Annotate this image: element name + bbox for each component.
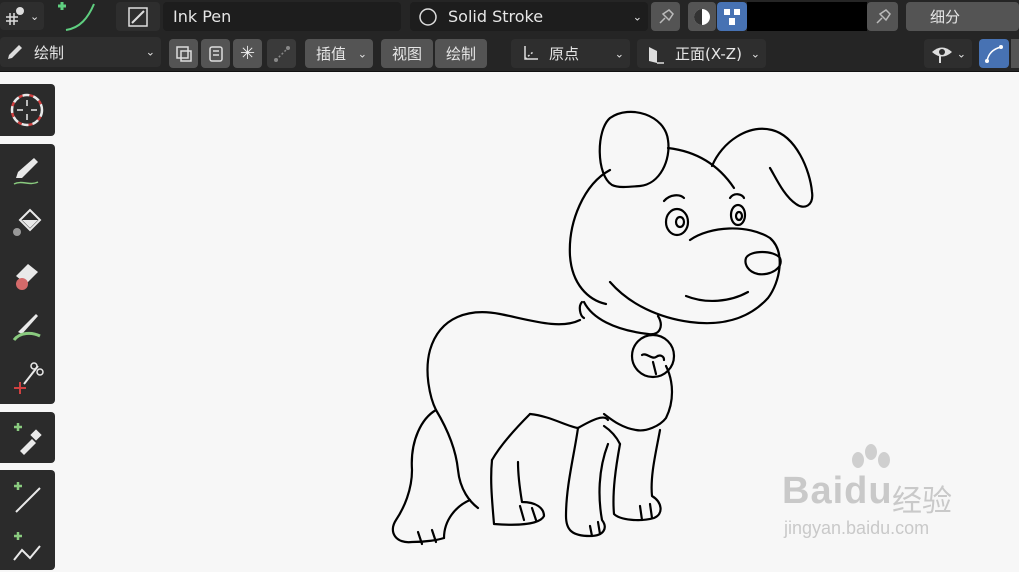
merge-icon — [206, 44, 226, 64]
eyedropper-tool-button[interactable] — [4, 413, 50, 463]
draw-icon — [13, 158, 39, 185]
watermark: Baidu 经验 jingyan.baidu.com — [782, 444, 972, 544]
interpolate-label: 插值 — [316, 45, 347, 63]
toolbar-group-cursor — [0, 84, 55, 136]
subdivide-button[interactable]: 细分 — [906, 2, 1019, 31]
interpolate-dropdown[interactable]: 插值 ⌄ — [305, 39, 373, 68]
material-sphere-icon — [418, 7, 438, 27]
chevron-down-icon: ⌄ — [632, 10, 642, 23]
vertex-color-icon — [722, 7, 742, 27]
pin-material-button[interactable] — [651, 2, 680, 31]
multiframe-button[interactable] — [169, 39, 198, 68]
tool-header-bar: 绘制 ⌄ ✳ 插值 ⌄ 视图 绘制 原点 ⌄ 正面(X-Z) ⌄ ⌄ — [0, 33, 1019, 72]
edit-curve-icon — [984, 44, 1004, 64]
eye-icon — [930, 44, 954, 64]
top-header-bar: ⌄ Ink Pen Solid Stroke ⌄ 细分 — [0, 0, 1019, 33]
origin-label: 原点 — [549, 45, 580, 63]
cursor-tool-button[interactable] — [4, 85, 50, 135]
origin-axes-icon — [519, 43, 541, 65]
draw-tool-button[interactable] — [4, 146, 50, 196]
polyline-tool-button[interactable] — [4, 522, 50, 572]
erase-tool-button[interactable] — [4, 250, 50, 300]
brush-icon-button[interactable] — [116, 2, 160, 31]
tint-icon — [12, 314, 41, 342]
chevron-down-icon: ⌄ — [30, 9, 40, 23]
stroke-preview-icon — [58, 2, 95, 31]
color-mode-vertex-button[interactable] — [717, 2, 747, 31]
view-menu[interactable]: 视图 — [381, 39, 433, 68]
brush-name-field[interactable]: Ink Pen — [163, 2, 401, 31]
mode-label: 绘制 — [34, 43, 65, 62]
overflow-indicator — [1011, 39, 1019, 68]
layers-icon — [174, 44, 194, 64]
fill-tool-button[interactable] — [4, 198, 50, 248]
polyline-icon — [13, 532, 41, 561]
tint-tool-button[interactable] — [4, 302, 50, 352]
material-mode-icon — [692, 7, 712, 27]
erase-icon — [16, 264, 38, 290]
material-selector[interactable]: Solid Stroke ⌄ — [410, 2, 648, 31]
orientation-label: 正面(X-Z) — [675, 45, 742, 63]
fill-icon — [13, 208, 42, 236]
chevron-down-icon: ⌄ — [357, 47, 367, 60]
watermark-text: 经验 — [892, 484, 952, 519]
edit-lines-toggle[interactable] — [979, 39, 1009, 68]
toolbar-group-draw — [0, 144, 55, 404]
stroke-placement-button[interactable] — [267, 39, 296, 68]
watermark-logo: Baidu — [782, 470, 893, 512]
toolbar-group-eyedropper — [0, 412, 55, 463]
line-tool-button[interactable] — [4, 472, 50, 522]
color-swatch[interactable] — [747, 2, 867, 31]
cutter-tool-button[interactable] — [4, 352, 50, 402]
chevron-down-icon: ⌄ — [956, 47, 966, 60]
guides-button[interactable]: ✳ — [233, 39, 262, 68]
auto-merge-button[interactable] — [201, 39, 230, 68]
line-icon — [14, 482, 41, 513]
mode-dropdown[interactable]: 绘制 ⌄ — [0, 37, 161, 67]
pencil-icon — [5, 42, 25, 62]
pin-icon — [874, 8, 892, 26]
watermark-url: jingyan.baidu.com — [784, 518, 930, 538]
color-mode-material-button[interactable] — [688, 2, 716, 31]
orientation-dropdown[interactable]: 正面(X-Z) ⌄ — [637, 39, 766, 68]
ink-pen-brush-icon — [127, 6, 149, 28]
chevron-down-icon: ⌄ — [614, 47, 624, 60]
mode-selector-button[interactable]: ⌄ — [0, 2, 44, 30]
pin-color-button[interactable] — [867, 2, 898, 31]
chevron-down-icon: ⌄ — [145, 45, 155, 59]
snowflake-icon: ✳ — [239, 43, 256, 64]
overlay-visibility-dropdown[interactable]: ⌄ — [924, 39, 972, 68]
chevron-down-icon: ⌄ — [750, 47, 760, 60]
drawing-canvas[interactable]: Baidu 经验 jingyan.baidu.com — [0, 72, 1019, 564]
material-name: Solid Stroke — [448, 7, 544, 26]
cursor-icon — [10, 93, 44, 127]
origin-dropdown[interactable]: 原点 ⌄ — [511, 39, 630, 68]
curve-icon — [272, 44, 292, 64]
plane-icon — [645, 43, 667, 65]
draw-menu[interactable]: 绘制 — [435, 39, 487, 68]
brush-stroke-preview[interactable] — [52, 0, 104, 33]
cutter-icon — [14, 362, 44, 394]
pin-icon — [657, 8, 675, 26]
toolbar-group-shapes — [0, 470, 55, 570]
grease-pencil-mode-icon — [4, 5, 28, 27]
eyedropper-icon — [14, 423, 42, 455]
